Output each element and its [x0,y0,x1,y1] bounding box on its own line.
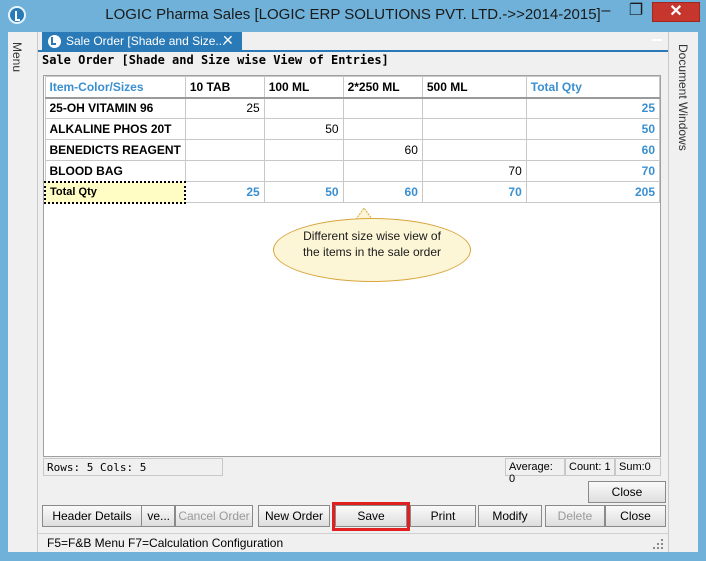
item-name-cell[interactable]: ALKALINE PHOS 20T [44,118,186,140]
form-title: Sale Order [Shade and Size wise View of … [42,53,389,67]
row-total-cell[interactable]: 25 [525,97,661,119]
print-button[interactable]: Print [410,505,476,527]
header-details-button[interactable]: Header Details [42,505,142,527]
window-frame-bottom [0,552,706,561]
qty-cell[interactable] [184,160,265,182]
qty-cell[interactable]: 70 [421,160,527,182]
table-row[interactable]: 25-OH VITAMIN 96 25 25 [44,97,661,119]
qty-cell[interactable] [342,118,423,140]
new-order-button[interactable]: New Order [258,505,330,527]
column-header-size[interactable]: 500 ML [421,76,527,99]
table-row[interactable]: ALKALINE PHOS 20T 50 50 [44,118,661,140]
column-header-item[interactable]: Item-Color/Sizes [44,76,186,99]
column-header-total[interactable]: Total Qty [525,76,661,99]
column-total-cell[interactable]: 50 [263,181,344,203]
item-name-cell[interactable]: BENEDICTS REAGENT [44,139,186,161]
menu-sidebar[interactable] [8,32,38,552]
close-grid-button[interactable]: Close [588,481,666,503]
column-header-size[interactable]: 2*250 ML [342,76,423,99]
column-header-size[interactable]: 100 ML [263,76,344,99]
count-status: Count: 1 [565,458,615,476]
item-name-cell[interactable]: BLOOD BAG [44,160,186,182]
total-row[interactable]: Total Qty 25 50 60 70 205 [43,180,661,204]
rows-cols-status: Rows: 5 Cols: 5 [43,458,223,476]
tab-label: Sale Order [Shade and Size... [66,34,226,48]
qty-cell[interactable] [184,118,265,140]
size-grid-table[interactable]: Item-Color/Sizes 10 TAB 100 ML 2*250 ML … [43,76,661,204]
title-bar[interactable]: LOGIC Pharma Sales [LOGIC ERP SOLUTIONS … [0,0,706,30]
qty-cell[interactable] [421,139,527,161]
save-highlight-box [332,502,410,531]
qty-cell[interactable]: 60 [342,139,423,161]
close-window-button[interactable]: ✕ [652,2,700,22]
menu-sidebar-label[interactable]: Menu [10,42,24,72]
grand-total-cell[interactable]: 205 [525,181,661,203]
sum-status: Sum:0 [615,458,661,476]
modify-button[interactable]: Modify [478,505,542,527]
document-windows-label[interactable]: Document Windows [676,44,690,151]
qty-cell[interactable] [184,139,265,161]
item-name-cell[interactable]: 25-OH VITAMIN 96 [44,97,186,119]
tab-sale-order[interactable]: Sale Order [Shade and Size... ✕ [42,32,242,51]
delete-button[interactable]: Delete [545,505,605,527]
column-total-cell[interactable]: 70 [421,181,527,203]
resize-grip-icon[interactable] [652,538,664,550]
minimize-button[interactable]: – [592,2,620,22]
column-total-cell[interactable]: 25 [184,181,265,203]
tab-strip-dropdown-icon[interactable] [652,34,662,44]
callout-text: Different size wise view of the items in… [302,229,442,259]
shortcut-hint: F5=F&B Menu F7=Calculation Configuration [47,536,284,550]
row-total-cell[interactable]: 50 [525,118,661,140]
maximize-button[interactable]: ❐ [622,2,650,22]
table-row[interactable]: BLOOD BAG 70 70 [44,160,661,182]
tab-close-icon[interactable]: ✕ [222,32,234,49]
average-status: Average: 0 [505,458,565,485]
qty-cell[interactable] [263,97,344,119]
grid-header-row: Item-Color/Sizes 10 TAB 100 ML 2*250 ML … [44,76,661,99]
qty-cell[interactable] [342,160,423,182]
qty-cell[interactable] [421,97,527,119]
qty-cell[interactable] [421,118,527,140]
app-logo-icon [48,35,61,48]
column-header-size[interactable]: 10 TAB [184,76,265,99]
tab-strip [38,50,668,52]
row-total-cell[interactable]: 70 [525,160,661,182]
row-total-cell[interactable]: 60 [525,139,661,161]
total-label-cell[interactable]: Total Qty [43,180,187,204]
qty-cell[interactable] [263,139,344,161]
qty-cell[interactable] [263,160,344,182]
save-as-button[interactable]: ve... [141,505,175,527]
qty-cell[interactable]: 25 [184,97,265,119]
column-total-cell[interactable]: 60 [342,181,423,203]
close-button[interactable]: Close [605,505,666,527]
qty-cell[interactable]: 50 [263,118,344,140]
table-row[interactable]: BENEDICTS REAGENT 60 60 [44,139,661,161]
qty-cell[interactable] [342,97,423,119]
cancel-order-button[interactable]: Cancel Order [175,505,253,527]
